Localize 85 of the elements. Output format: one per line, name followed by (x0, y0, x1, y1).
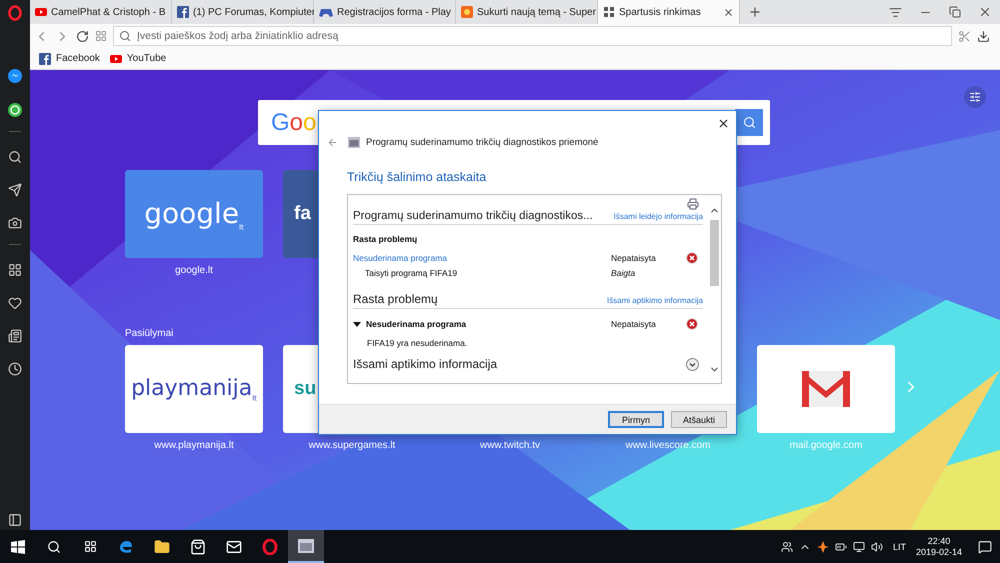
video-icon (110, 52, 122, 64)
clock-time[interactable]: 22:40 (928, 536, 950, 546)
site-logo: google$_{lt}$ (144, 196, 244, 232)
search-icon (119, 30, 131, 42)
folder-icon (154, 538, 170, 554)
section-title: Rasta problemų (353, 292, 438, 306)
store-icon (190, 538, 206, 554)
volume-icon[interactable] (870, 540, 883, 552)
clock-icon[interactable] (7, 361, 23, 377)
gamepad-icon (319, 6, 333, 18)
camera-icon[interactable] (7, 215, 23, 231)
people-icon[interactable] (780, 540, 793, 552)
grid-icon (603, 6, 615, 18)
back-icon[interactable] (327, 137, 338, 148)
browser-tab[interactable]: Registracijos forma - Play (314, 0, 456, 24)
error-icon (686, 252, 698, 264)
problem-description: FIFA19 yra nesuderinama. (367, 338, 468, 348)
error-icon (686, 318, 698, 330)
download-icon[interactable] (977, 30, 990, 42)
app-window-icon (348, 137, 360, 148)
caret-icon[interactable] (353, 320, 361, 328)
fix-text: Taisyti programą FIFA19 (365, 268, 458, 278)
site-tile[interactable]: playmanija$_{lt}$ (125, 345, 263, 433)
problem-name: Nesuderinama programa (366, 319, 468, 329)
printer-icon[interactable] (687, 198, 699, 210)
scrollbar-thumb[interactable] (710, 220, 718, 286)
dialog-button[interactable]: Atšaukti (671, 411, 727, 428)
expand-icon[interactable] (686, 358, 698, 370)
detection-info-link[interactable]: Išsami aptikimo informacija (606, 296, 703, 305)
problem-status: Nepataisyta (611, 319, 657, 329)
heart-icon[interactable] (7, 295, 23, 311)
antivirus-icon[interactable] (816, 540, 829, 552)
clock-date[interactable]: 2019-02-14 (916, 547, 962, 557)
bookmark-link[interactable]: YouTube (110, 52, 166, 64)
facebook-icon (177, 6, 189, 18)
site-logo: su (294, 378, 316, 400)
language-indicator[interactable]: LIT (892, 542, 906, 552)
report-title: Programų suderinamumo trikčių diagnostikos... (353, 210, 593, 222)
fix-status: Baigta (611, 268, 636, 278)
envelope-icon (802, 371, 850, 407)
opera-logo[interactable] (8, 5, 22, 21)
search-icon[interactable] (7, 149, 23, 165)
taskbar-app[interactable] (288, 530, 324, 563)
video-icon (35, 6, 47, 18)
problem-link[interactable]: Nesuderinama programa (353, 253, 611, 263)
app-window-icon (298, 538, 314, 552)
dialog-button[interactable]: Pirmyn (608, 411, 664, 428)
browser-icon (118, 538, 134, 554)
site-logo: fa (294, 203, 311, 225)
opera-icon (262, 538, 278, 554)
battery-icon[interactable] (834, 540, 847, 552)
site-tile[interactable]: google$_{lt}$ (125, 170, 263, 258)
mail-icon (226, 538, 242, 554)
whatsapp-icon[interactable] (7, 102, 23, 118)
found-heading: Rasta problemų (353, 234, 418, 244)
bookmark-link[interactable]: Facebook (39, 52, 100, 64)
sliders-icon (969, 91, 981, 103)
address-bar[interactable]: Įvesti paieškos žodį arba žiniatinklio adresą (113, 26, 952, 46)
section-title: Pasiūlymai (125, 328, 174, 339)
browser-tab[interactable]: Spartusis rinkimas (598, 0, 740, 24)
tile-label[interactable]: google.lt (175, 265, 213, 276)
reload-icon[interactable] (76, 30, 89, 42)
site-logo: playmanija$_{lt}$ (131, 376, 257, 402)
close-icon[interactable] (723, 6, 734, 18)
tile-label[interactable]: www.supergames.lt (308, 440, 396, 451)
section-title: Išsami aptikimo informacija (353, 357, 498, 371)
site-icon (461, 6, 473, 18)
publisher-info-link[interactable]: Išsami leidėjo informacija (614, 212, 703, 221)
search-button[interactable] (735, 109, 763, 136)
grid-icon[interactable] (7, 262, 23, 278)
mail-tile[interactable] (757, 345, 895, 433)
dialog-heading: Trikčių šalinimo ataskaita (347, 170, 486, 184)
facebook-icon (39, 52, 51, 64)
tile-label[interactable]: www.playmanija.lt (154, 440, 234, 451)
search-icon (742, 116, 756, 129)
tile-label[interactable]: www.twitch.tv (480, 440, 540, 451)
notification-icon[interactable] (978, 540, 992, 554)
network-icon[interactable] (852, 540, 865, 552)
dialog-title: Programų suderinamumo trikčių diagnostikos priemonė (366, 137, 598, 148)
sidebar-toggle-icon[interactable] (7, 512, 23, 528)
search-logo: Goo (271, 108, 316, 136)
messenger-icon[interactable] (7, 68, 23, 84)
news-icon[interactable] (7, 328, 23, 344)
send-icon[interactable] (7, 182, 23, 198)
problem-status: Nepataisyta (611, 253, 657, 263)
